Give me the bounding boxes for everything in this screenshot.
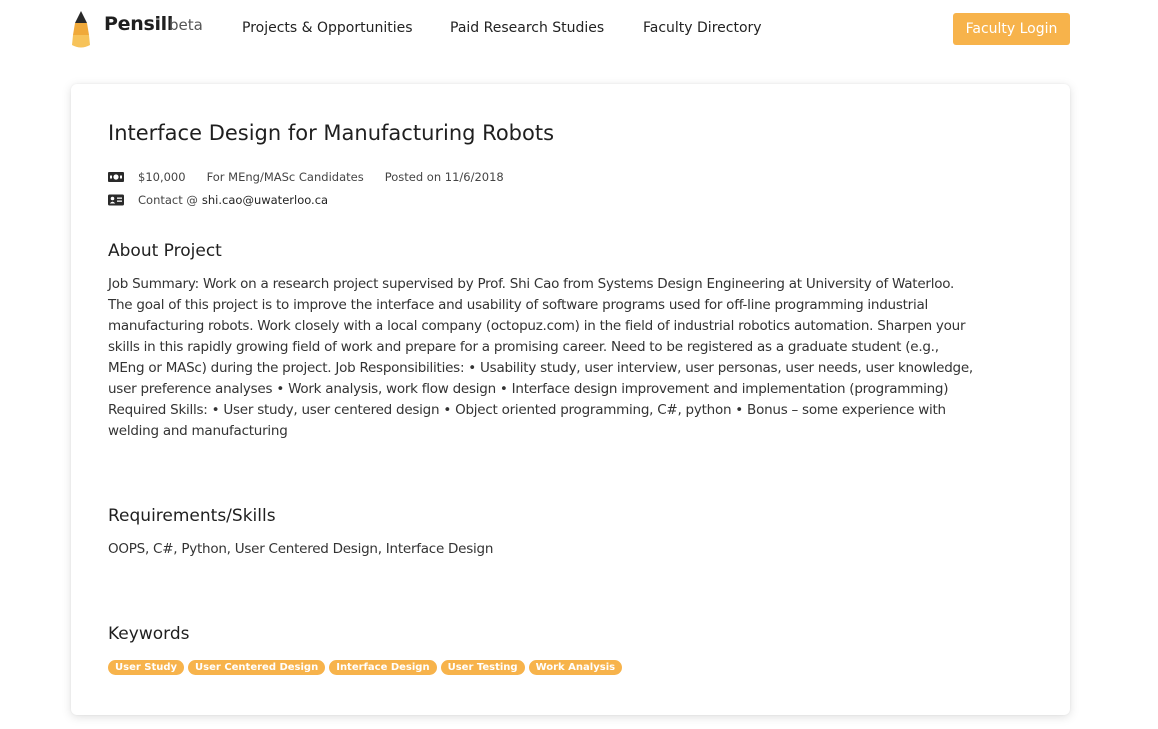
about-line: Required Skills: • User study, user cent… [108,402,946,418]
faculty-login-button[interactable]: Faculty Login [953,13,1070,45]
about-line: MEng or MASc) during the project. Job Re… [108,360,973,376]
top-nav: Pensill beta Projects & Opportunities Pa… [0,0,1158,58]
brand-name[interactable]: Pensill [104,13,173,35]
project-audience: For MEng/MASc Candidates [206,170,364,184]
requirements-text: OOPS, C#, Python, User Centered Design, … [108,541,494,557]
keyword-tag[interactable]: User Centered Design [188,660,326,675]
project-meta-row: $10,000 For MEng/MASc Candidates Posted … [108,169,525,185]
about-line: skills in this rapidly growing field of … [108,339,939,355]
contact-email-link[interactable]: shi.cao@uwaterloo.ca [202,193,328,207]
keyword-tag[interactable]: Work Analysis [528,660,623,675]
brand-beta-label: beta [169,16,203,34]
nav-paid-research-studies[interactable]: Paid Research Studies [450,20,604,36]
project-title: Interface Design for Manufacturing Robot… [108,121,555,145]
pencil-logo-icon[interactable] [70,11,92,49]
keyword-tag[interactable]: User Study [108,660,185,675]
keyword-tag[interactable]: User Testing [440,660,525,675]
keyword-tag[interactable]: Interface Design [329,660,437,675]
project-posted-date: Posted on 11/6/2018 [384,170,504,184]
keyword-tag-list: User Study User Centered Design Interfac… [108,660,626,675]
about-line: user preference analyses • Work analysis… [108,381,949,397]
id-card-icon [108,194,124,206]
about-line: manufacturing robots. Work closely with … [108,318,966,334]
project-pay: $10,000 [138,170,186,184]
project-contact-row: Contact @ shi.cao@uwaterloo.ca [108,192,328,208]
about-project-heading: About Project [108,241,222,261]
project-card: Interface Design for Manufacturing Robot… [71,84,1070,715]
keywords-heading: Keywords [108,624,190,644]
nav-projects-opportunities[interactable]: Projects & Opportunities [242,20,413,36]
contact-prefix: Contact @ [138,193,198,207]
about-line: Job Summary: Work on a research project … [108,276,955,292]
about-line: The goal of this project is to improve t… [108,297,929,313]
about-project-text: Job Summary: Work on a research project … [108,274,1038,442]
nav-faculty-directory[interactable]: Faculty Directory [643,20,762,36]
about-line: welding and manufacturing [108,423,288,439]
money-icon [108,172,124,182]
requirements-heading: Requirements/Skills [108,506,276,526]
